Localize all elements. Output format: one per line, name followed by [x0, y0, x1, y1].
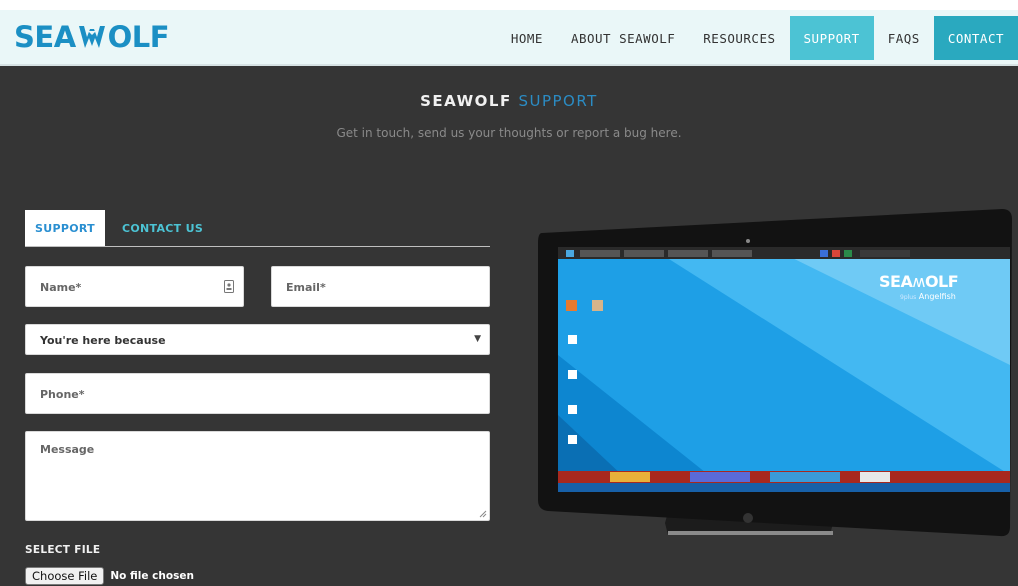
title-accent: SUPPORT — [518, 92, 598, 110]
resize-grip-icon[interactable] — [479, 510, 487, 518]
form-tabs: SUPPORT CONTACT US — [25, 210, 490, 247]
device-edition-prefix: 9plus — [900, 294, 917, 301]
nav-home[interactable]: HOME — [497, 16, 557, 60]
select-file-label: SELECT FILE — [25, 544, 101, 556]
name-placeholder: Name* — [40, 281, 82, 294]
page-title: SEAWOLF SUPPORT — [0, 92, 1018, 110]
tab-contact-us[interactable]: CONTACT US — [122, 210, 203, 246]
wolf-head-w-icon — [78, 26, 105, 48]
dropdown-arrow-icon: ▼ — [474, 334, 481, 344]
device-logo-left: SEA — [879, 272, 913, 291]
logo-text-right: OLF — [107, 20, 170, 54]
nav-about-seawolf[interactable]: ABOUT SEAWOLF — [557, 16, 689, 60]
phone-placeholder: Phone* — [40, 388, 85, 401]
file-status-text: No file chosen — [110, 570, 194, 582]
title-main: SEAWOLF — [420, 92, 512, 110]
nav-support[interactable]: SUPPORT — [789, 16, 874, 60]
contact-card-icon — [224, 280, 234, 293]
logo-text-left: SEA — [14, 20, 76, 54]
device-screen-edition: 9plus Angelfish — [900, 292, 956, 301]
main-nav: HOME ABOUT SEAWOLF RESOURCES SUPPORT FAQ… — [497, 10, 1018, 64]
top-strip — [0, 0, 1018, 10]
nav-faqs[interactable]: FAQS — [874, 16, 934, 60]
file-picker: Choose File No file chosen — [25, 567, 194, 585]
device-logo-wolf-icon: ʍ — [912, 272, 925, 291]
email-input[interactable]: Email* — [271, 266, 490, 307]
device-logo-right: OLF — [924, 272, 959, 291]
device-screen-logo: SEAʍOLF — [879, 272, 959, 291]
tablet-illustration — [538, 209, 1012, 537]
phone-input[interactable]: Phone* — [25, 373, 490, 414]
choose-file-button[interactable]: Choose File — [25, 567, 105, 585]
seawolf-logo[interactable]: SEA OLF — [14, 20, 170, 54]
email-placeholder: Email* — [286, 281, 326, 294]
page-subtitle: Get in touch, send us your thoughts or r… — [336, 126, 682, 140]
device-edition-name: Angelfish — [918, 292, 956, 301]
nav-contact[interactable]: CONTACT — [933, 16, 1018, 60]
name-input[interactable]: Name* — [25, 266, 244, 307]
message-placeholder: Message — [40, 443, 95, 456]
tab-support[interactable]: SUPPORT — [25, 210, 105, 246]
reason-select[interactable]: You're here because ▼ — [25, 324, 490, 355]
message-textarea[interactable]: Message — [25, 431, 490, 521]
nav-resources[interactable]: RESOURCES — [689, 16, 789, 60]
navbar: SEA OLF HOME ABOUT SEAWOLF RESOURCES SUP… — [0, 10, 1018, 66]
reason-selected-value: You're here because — [40, 334, 166, 347]
